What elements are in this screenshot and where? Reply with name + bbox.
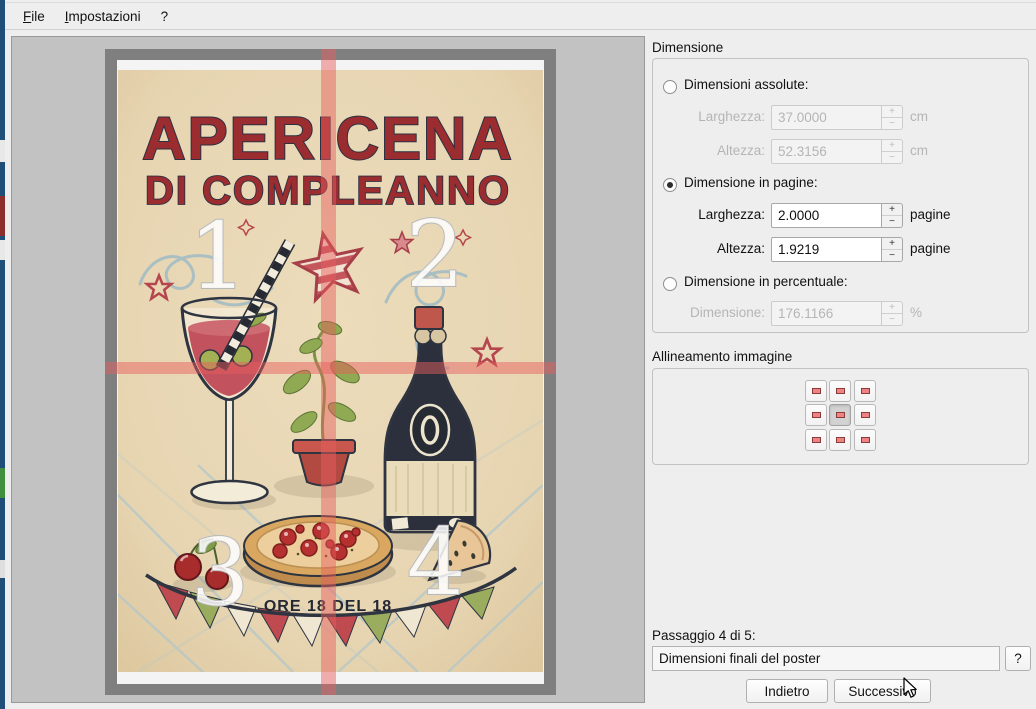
alignment-button-top-right[interactable]: [854, 380, 876, 402]
alignment-mark-icon: [861, 412, 870, 418]
alignment-button-top-left[interactable]: [805, 380, 827, 402]
height-pages-spinner[interactable]: + −: [881, 237, 903, 262]
alignment-mark-icon: [812, 437, 821, 443]
menu-bar: File Impostazioni ?: [5, 2, 1036, 30]
menu-file[interactable]: File: [13, 6, 55, 27]
height-cm-field: 52.3156: [771, 139, 882, 164]
alignment-mark-icon: [836, 388, 845, 394]
spinner-up-icon: +: [882, 302, 902, 314]
background-window-fragment: [0, 468, 5, 498]
height-pages-unit: pagine: [910, 241, 951, 256]
spinner-down-icon: −: [882, 118, 902, 129]
width-cm-field: 37.0000: [771, 105, 882, 130]
spinner-up-icon: +: [882, 140, 902, 152]
pizza: [244, 516, 392, 586]
width-cm-label: Larghezza:: [660, 109, 765, 124]
width-cm-unit: cm: [910, 109, 928, 124]
page-split-horizontal-line: [105, 362, 556, 374]
menu-help[interactable]: ?: [151, 6, 179, 27]
back-button[interactable]: Indietro: [746, 679, 828, 703]
width-pages-spinner[interactable]: + −: [881, 203, 903, 228]
background-window-fragment: [0, 196, 5, 236]
page-number-1: 1: [189, 203, 248, 310]
size-group-title: Dimensione: [652, 40, 723, 55]
background-window-edge: [0, 0, 5, 709]
page-number-2: 2: [406, 201, 465, 308]
help-button[interactable]: ?: [1005, 646, 1031, 671]
page-number-3: 3: [191, 519, 250, 626]
alignment-button-middle-left[interactable]: [805, 404, 827, 426]
width-cm-spinner: + −: [881, 105, 903, 130]
size-group-box: [652, 58, 1029, 333]
alignment-button-top-center[interactable]: [829, 380, 851, 402]
spinner-down-icon[interactable]: −: [882, 216, 902, 227]
height-pages-label: Altezza:: [660, 241, 765, 256]
alignment-button-bottom-left[interactable]: [805, 429, 827, 451]
mouse-cursor: [903, 677, 919, 699]
wizard-step-title: Dimensioni finali del poster: [652, 646, 1000, 671]
alignment-mark-icon: [836, 437, 845, 443]
alignment-mark-icon: [861, 437, 870, 443]
alignment-button-bottom-right[interactable]: [854, 429, 876, 451]
spinner-down-icon: −: [882, 152, 902, 163]
spinner-down-icon: −: [882, 314, 902, 325]
percent-spinner: + −: [881, 301, 903, 326]
radio-size-in-percent-label: Dimensione in percentuale:: [684, 274, 848, 289]
spinner-up-icon[interactable]: +: [882, 238, 902, 250]
page-number-4: 4: [407, 509, 466, 616]
alignment-group-title: Allineamento immagine: [652, 349, 792, 364]
background-window-fragment: [0, 140, 5, 162]
width-pages-label: Larghezza:: [660, 207, 765, 222]
radio-size-in-percent[interactable]: [663, 277, 677, 291]
alignment-mark-icon: [861, 388, 870, 394]
radio-absolute-dimensions[interactable]: [663, 80, 677, 94]
percent-unit: %: [910, 305, 922, 320]
alignment-mark-icon: [812, 412, 821, 418]
spinner-up-icon: +: [882, 106, 902, 118]
radio-size-in-pages[interactable]: [663, 178, 677, 192]
width-pages-field[interactable]: 2.0000: [771, 203, 882, 228]
radio-absolute-dimensions-label: Dimensioni assolute:: [684, 77, 809, 92]
wizard-step-label: Passaggio 4 di 5:: [652, 628, 756, 643]
height-cm-unit: cm: [910, 143, 928, 158]
poster-preview-area: APERICENA DI COMPLEANNO: [11, 36, 645, 703]
radio-size-in-pages-label: Dimensione in pagine:: [684, 175, 818, 190]
alignment-mark-icon: [836, 412, 845, 418]
alignment-button-bottom-center[interactable]: [829, 429, 851, 451]
background-window-fragment: [0, 560, 5, 578]
alignment-button-middle-right[interactable]: [854, 404, 876, 426]
width-pages-unit: pagine: [910, 207, 951, 222]
height-pages-field[interactable]: 1.9219: [771, 237, 882, 262]
percent-label: Dimensione:: [660, 305, 765, 320]
alignment-button-center[interactable]: [829, 404, 851, 426]
height-cm-spinner: + −: [881, 139, 903, 164]
spinner-up-icon[interactable]: +: [882, 204, 902, 216]
percent-field: 176.1166: [771, 301, 882, 326]
menu-impostazioni[interactable]: Impostazioni: [55, 6, 151, 27]
height-cm-label: Altezza:: [660, 143, 765, 158]
spinner-down-icon[interactable]: −: [882, 250, 902, 261]
background-window-fragment: [0, 240, 5, 260]
alignment-mark-icon: [812, 388, 821, 394]
